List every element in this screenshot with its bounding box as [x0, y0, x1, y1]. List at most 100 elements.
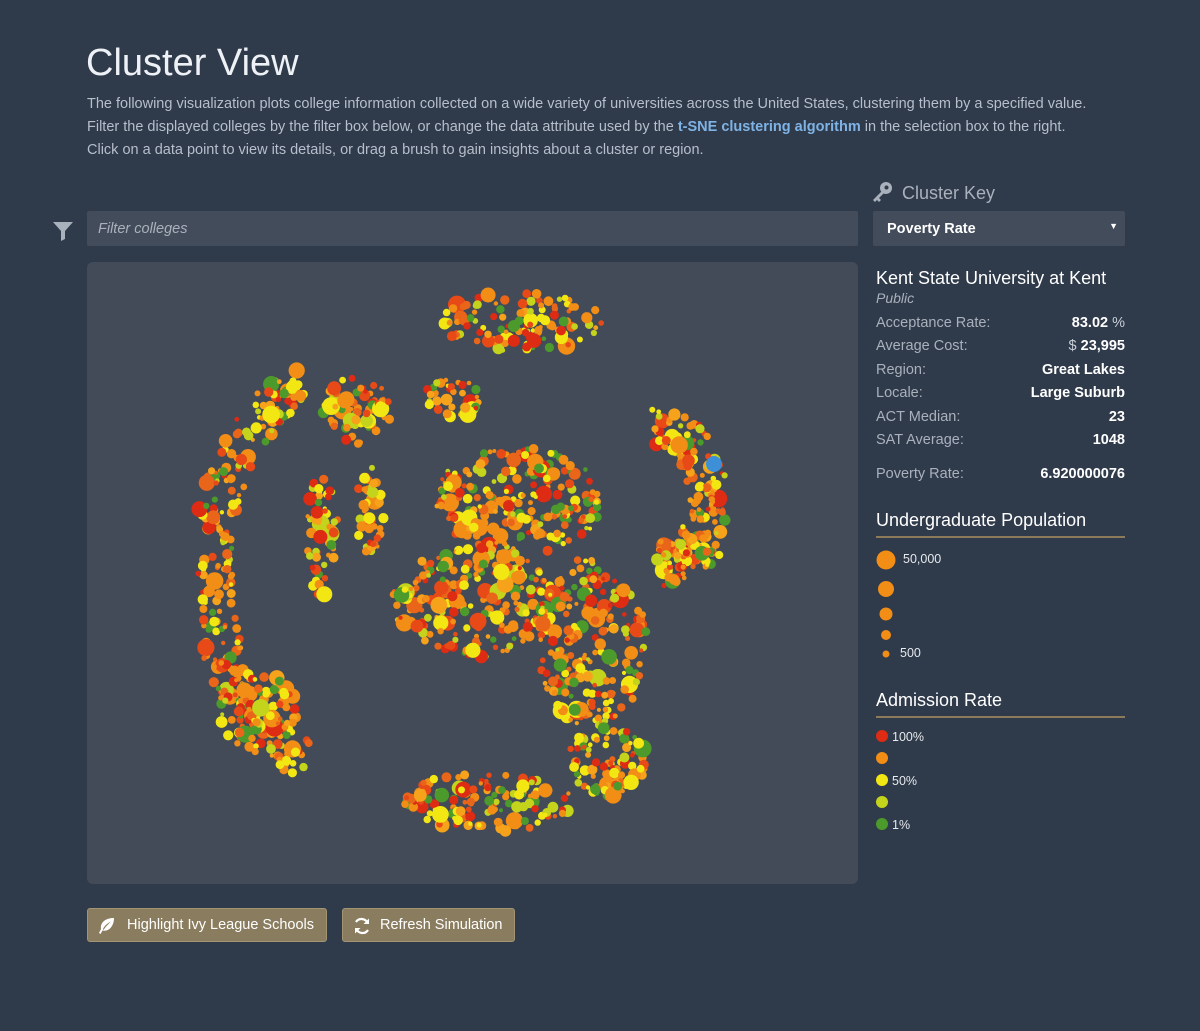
college-point[interactable] [460, 607, 470, 617]
college-point[interactable] [442, 308, 451, 317]
college-point[interactable] [520, 493, 526, 498]
college-point[interactable] [450, 514, 459, 522]
college-point[interactable] [369, 479, 379, 488]
college-point[interactable] [690, 563, 696, 570]
college-point[interactable] [310, 506, 324, 519]
college-point[interactable] [667, 560, 672, 566]
college-point[interactable] [434, 642, 442, 650]
college-point[interactable] [668, 408, 681, 421]
college-point[interactable] [471, 309, 478, 315]
college-point[interactable] [235, 453, 247, 466]
college-point[interactable] [501, 541, 508, 547]
college-point[interactable] [462, 493, 473, 504]
college-point[interactable] [215, 685, 222, 692]
college-point[interactable] [255, 408, 262, 415]
college-point[interactable] [599, 762, 608, 771]
college-point[interactable] [689, 508, 695, 514]
college-point[interactable] [507, 320, 520, 332]
college-point[interactable] [694, 482, 704, 492]
college-point[interactable] [209, 616, 220, 627]
college-point[interactable] [484, 330, 492, 338]
college-point[interactable] [419, 571, 428, 580]
college-point[interactable] [571, 323, 578, 330]
college-point[interactable] [480, 518, 489, 528]
college-point[interactable] [432, 806, 449, 823]
college-point[interactable] [252, 699, 270, 717]
college-point[interactable] [500, 648, 506, 654]
college-point[interactable] [699, 472, 705, 478]
college-point[interactable] [502, 771, 510, 779]
college-point[interactable] [494, 540, 499, 545]
college-point[interactable] [682, 454, 695, 467]
college-point[interactable] [542, 669, 551, 678]
college-point[interactable] [490, 313, 498, 321]
college-point[interactable] [583, 467, 588, 472]
college-point[interactable] [548, 592, 553, 597]
college-point[interactable] [574, 732, 584, 743]
college-point[interactable] [326, 540, 337, 550]
college-point[interactable] [246, 706, 252, 712]
college-point[interactable] [214, 589, 224, 600]
college-point[interactable] [661, 436, 671, 445]
college-point[interactable] [581, 744, 587, 750]
college-point[interactable] [206, 510, 221, 525]
college-point[interactable] [561, 294, 569, 302]
college-point[interactable] [306, 552, 314, 560]
college-point[interactable] [475, 459, 486, 469]
college-point[interactable] [356, 439, 363, 446]
college-point[interactable] [556, 502, 565, 511]
college-point[interactable] [599, 588, 607, 596]
college-point[interactable] [330, 422, 338, 430]
college-point[interactable] [547, 649, 555, 656]
college-point[interactable] [588, 698, 596, 706]
college-point[interactable] [442, 409, 452, 419]
college-point[interactable] [525, 584, 536, 595]
college-point[interactable] [437, 560, 450, 573]
college-point[interactable] [568, 717, 573, 723]
college-point[interactable] [568, 693, 574, 699]
college-point[interactable] [613, 781, 623, 791]
college-point[interactable] [609, 767, 620, 779]
college-point[interactable] [480, 287, 496, 303]
college-point[interactable] [585, 785, 591, 790]
college-point[interactable] [517, 298, 528, 309]
college-point[interactable] [607, 602, 613, 608]
college-point[interactable] [440, 477, 445, 482]
college-point[interactable] [680, 413, 689, 422]
college-point[interactable] [215, 716, 228, 728]
college-point[interactable] [510, 591, 521, 601]
college-point[interactable] [641, 627, 651, 636]
college-point[interactable] [668, 574, 680, 585]
college-point[interactable] [217, 447, 227, 457]
college-point[interactable] [229, 545, 235, 551]
college-point[interactable] [426, 390, 435, 399]
college-point[interactable] [466, 314, 475, 322]
college-point[interactable] [597, 722, 610, 735]
college-point[interactable] [218, 695, 224, 701]
college-point[interactable] [493, 563, 510, 581]
college-point[interactable] [234, 639, 241, 646]
college-point[interactable] [491, 479, 497, 484]
college-point[interactable] [618, 771, 626, 779]
cluster-plot[interactable] [87, 262, 858, 884]
college-point[interactable] [490, 636, 497, 643]
college-point[interactable] [568, 303, 577, 311]
college-point[interactable] [276, 379, 282, 385]
college-point[interactable] [205, 626, 213, 633]
college-point[interactable] [527, 307, 534, 315]
college-point[interactable] [356, 521, 367, 532]
college-point[interactable] [527, 507, 536, 516]
college-point[interactable] [690, 516, 697, 522]
college-point[interactable] [576, 564, 585, 573]
college-point[interactable] [351, 415, 361, 425]
college-point[interactable] [413, 789, 427, 802]
college-point[interactable] [623, 774, 639, 790]
college-point[interactable] [473, 494, 481, 502]
college-point[interactable] [574, 779, 583, 787]
college-point[interactable] [629, 752, 635, 758]
college-point[interactable] [697, 439, 704, 446]
college-point[interactable] [463, 624, 471, 632]
college-point[interactable] [574, 745, 581, 752]
college-point[interactable] [492, 644, 499, 650]
college-point[interactable] [639, 611, 646, 618]
